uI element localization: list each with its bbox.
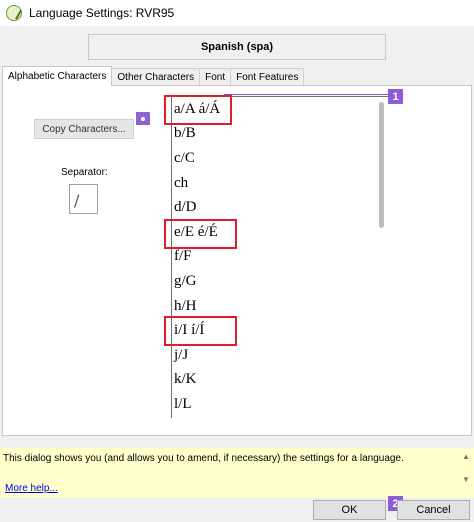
info-scrollbar[interactable]: ▲ ▼	[458, 448, 474, 498]
list-item[interactable]: c/C	[172, 146, 390, 171]
annotation-marker-icon	[136, 112, 150, 125]
tab-alphabetic-characters[interactable]: Alphabetic Characters	[2, 66, 113, 86]
scrollbar-thumb[interactable]	[379, 102, 384, 228]
tab-font-features[interactable]: Font Features	[230, 68, 305, 86]
list-item[interactable]: h/H	[172, 294, 390, 319]
cancel-button[interactable]: Cancel	[397, 500, 470, 520]
scroll-down-icon[interactable]: ▼	[462, 475, 470, 484]
character-list[interactable]: a/A á/Á b/B c/C ch d/D e/E é/É f/F g/G h…	[171, 96, 390, 418]
list-item[interactable]: ch	[172, 171, 390, 196]
highlight-box-e	[164, 219, 237, 249]
tab-font[interactable]: Font	[199, 68, 232, 86]
scroll-up-icon[interactable]: ▲	[462, 452, 470, 461]
highlight-box-a	[164, 95, 232, 125]
highlight-box-i	[164, 316, 237, 346]
list-item[interactable]: g/G	[172, 269, 390, 294]
language-name: Spanish (spa)	[88, 34, 386, 60]
annotation-line	[224, 94, 390, 95]
list-item[interactable]: l/L	[172, 392, 390, 417]
list-item[interactable]: k/K	[172, 368, 390, 393]
info-text: This dialog shows you (and allows you to…	[3, 453, 404, 464]
copy-characters-button[interactable]: Copy Characters...	[34, 119, 134, 139]
title-bar: Language Settings: RVR95	[0, 0, 474, 26]
separator-label: Separator:	[61, 167, 108, 178]
annotation-badge-1: 1	[388, 89, 403, 104]
ok-button[interactable]: OK	[313, 500, 386, 520]
app-logo-icon	[6, 5, 22, 21]
window-title: Language Settings: RVR95	[29, 6, 175, 20]
tab-other-characters[interactable]: Other Characters	[111, 68, 201, 86]
tab-bar: Alphabetic Characters Other Characters F…	[2, 66, 305, 86]
list-item[interactable]: d/D	[172, 195, 390, 220]
list-item[interactable]: b/B	[172, 122, 390, 147]
separator-input[interactable]: /	[69, 184, 98, 214]
list-item[interactable]: j/J	[172, 343, 390, 368]
more-help-link[interactable]: More help...	[5, 483, 58, 494]
